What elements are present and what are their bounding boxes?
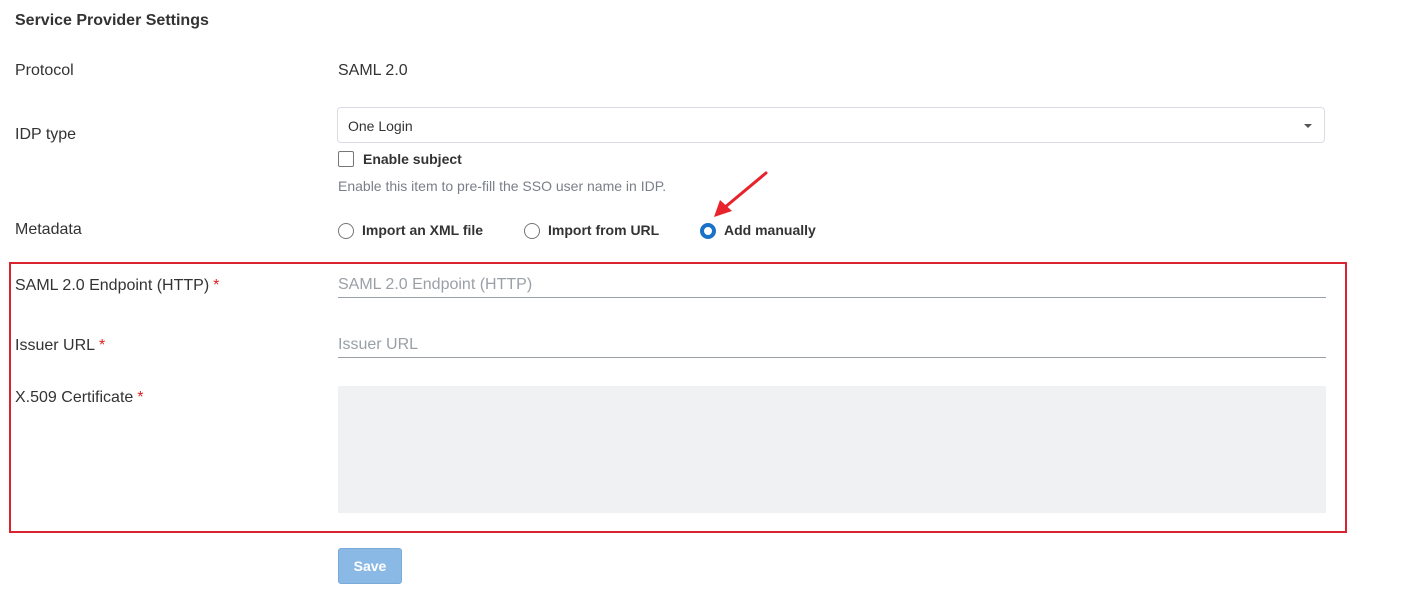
issuer-label: Issuer URL * — [15, 337, 105, 355]
radio-import-url[interactable] — [524, 223, 540, 239]
issuer-url-input[interactable] — [338, 333, 1326, 358]
endpoint-input[interactable] — [338, 273, 1326, 298]
metadata-label: Metadata — [15, 221, 82, 238]
radio-import-xml-label[interactable]: Import an XML file — [362, 222, 483, 238]
certificate-label: X.509 Certificate * — [15, 389, 144, 407]
required-mark: * — [99, 337, 106, 354]
radio-import-url-label[interactable]: Import from URL — [548, 222, 659, 238]
required-mark: * — [213, 277, 220, 294]
issuer-label-text: Issuer URL — [15, 337, 96, 354]
idp-type-selected-value: One Login — [348, 118, 413, 134]
radio-add-manually-label[interactable]: Add manually — [724, 222, 816, 238]
section-title: Service Provider Settings — [15, 12, 209, 29]
protocol-value: SAML 2.0 — [338, 62, 408, 79]
enable-subject-label[interactable]: Enable subject — [363, 151, 462, 167]
protocol-label: Protocol — [15, 62, 74, 79]
idp-type-label: IDP type — [15, 126, 77, 143]
annotation-arrow-icon — [714, 171, 768, 217]
idp-type-select[interactable]: One Login — [337, 107, 1325, 143]
enable-subject-checkbox[interactable] — [338, 151, 354, 167]
enable-subject-help-text: Enable this item to pre-fill the SSO use… — [338, 178, 667, 194]
radio-import-xml[interactable] — [338, 223, 354, 239]
certificate-textarea[interactable] — [338, 386, 1326, 513]
chevron-down-icon — [1304, 124, 1312, 128]
service-provider-settings-page: Service Provider Settings Protocol SAML … — [0, 0, 1404, 596]
certificate-label-text: X.509 Certificate — [15, 389, 134, 406]
endpoint-label-text: SAML 2.0 Endpoint (HTTP) — [15, 277, 210, 294]
endpoint-label: SAML 2.0 Endpoint (HTTP) * — [15, 277, 219, 295]
save-button[interactable]: Save — [338, 548, 402, 584]
required-mark: * — [137, 389, 144, 406]
radio-add-manually[interactable] — [700, 223, 716, 239]
